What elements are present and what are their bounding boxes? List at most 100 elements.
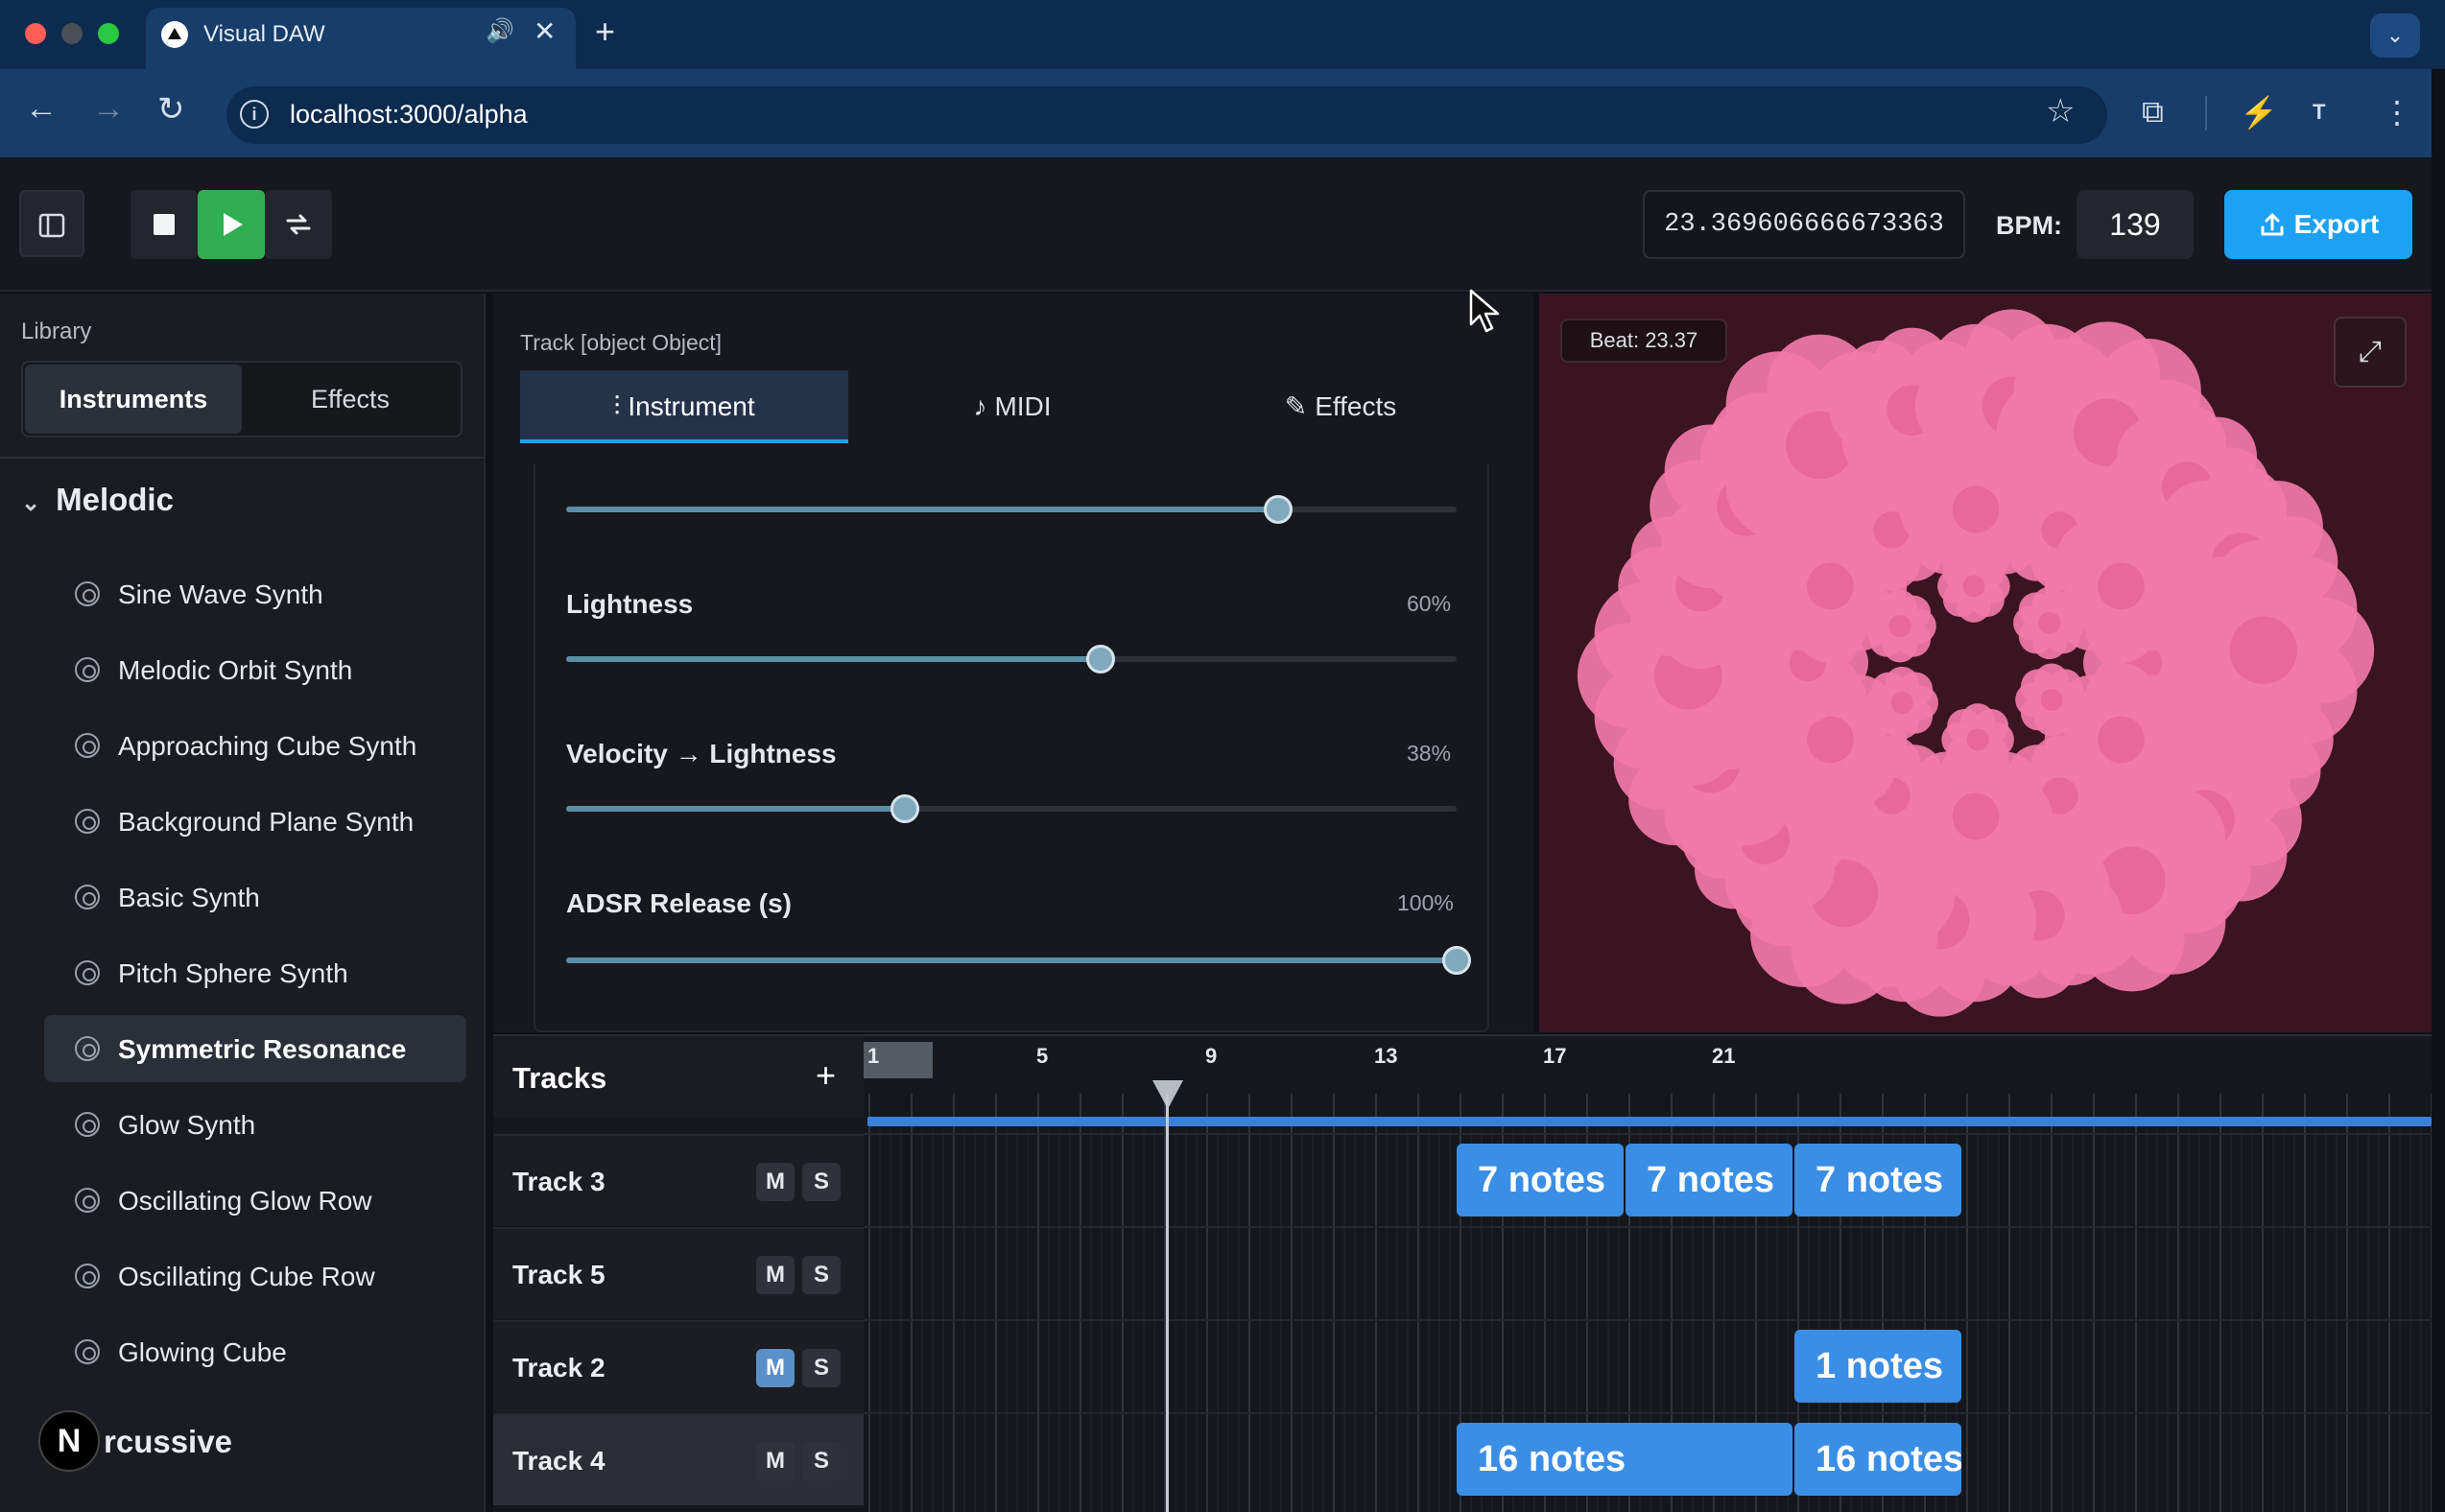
- slider-thumb[interactable]: [1085, 645, 1115, 673]
- favicon-icon: [161, 21, 188, 48]
- midi-clip[interactable]: 16 notes: [1457, 1423, 1792, 1496]
- browser-menu-icon[interactable]: ⋮: [2382, 94, 2412, 130]
- track-row[interactable]: Track 3 M S: [493, 1134, 864, 1226]
- instrument-label: Glow Synth: [118, 1110, 256, 1140]
- midi-clip[interactable]: 1 notes: [1794, 1330, 1961, 1403]
- performance-icon[interactable]: ⚡: [2240, 94, 2278, 130]
- solo-button[interactable]: S: [802, 1256, 841, 1294]
- bar-number: 21: [1712, 1044, 1736, 1068]
- tab-effects-panel[interactable]: ✎ Effects: [1176, 370, 1505, 443]
- instrument-item[interactable]: Glowing Cube: [44, 1318, 466, 1385]
- app-header: [0, 157, 2432, 292]
- back-icon[interactable]: ←: [25, 90, 58, 128]
- param-slider[interactable]: [566, 495, 1457, 524]
- track-row-selected[interactable]: Track 4 M S: [493, 1413, 864, 1505]
- track-row[interactable]: Track 5 M S: [493, 1227, 864, 1319]
- bar-number: 17: [1543, 1044, 1567, 1068]
- stop-button[interactable]: [131, 190, 198, 259]
- add-track-button[interactable]: +: [816, 1055, 836, 1096]
- midi-clip[interactable]: 7 notes: [1626, 1144, 1792, 1217]
- instrument-item[interactable]: Basic Synth: [44, 863, 466, 931]
- mute-button[interactable]: M: [756, 1442, 795, 1480]
- url-text[interactable]: localhost:3000/alpha: [290, 100, 528, 130]
- midi-clip[interactable]: 7 notes: [1457, 1144, 1624, 1217]
- play-button[interactable]: [198, 190, 265, 259]
- instrument-label: Symmetric Resonance: [118, 1034, 407, 1064]
- bookmark-star-icon[interactable]: ☆: [2046, 92, 2075, 130]
- solo-button[interactable]: S: [802, 1163, 841, 1201]
- nextjs-dev-badge[interactable]: N: [38, 1410, 100, 1472]
- export-button[interactable]: Export: [2224, 190, 2412, 259]
- melodic-label: Melodic: [56, 482, 174, 517]
- tab-midi[interactable]: ♪ MIDI: [848, 370, 1176, 443]
- instrument-icon: [75, 1339, 100, 1364]
- mute-button[interactable]: M: [756, 1256, 795, 1294]
- adsr-release-slider[interactable]: [566, 946, 1471, 975]
- bar-number: 1: [867, 1044, 880, 1068]
- instrument-item[interactable]: Background Plane Synth: [44, 788, 466, 855]
- mute-button[interactable]: M: [756, 1163, 795, 1201]
- instrument-icon: [75, 1188, 100, 1213]
- slider-thumb[interactable]: [1442, 946, 1471, 975]
- reload-icon[interactable]: ↻: [157, 90, 185, 129]
- velocity-lightness-value: 38%: [1407, 741, 1452, 766]
- slider-thumb[interactable]: [890, 794, 919, 823]
- mute-button-active[interactable]: M: [756, 1349, 795, 1387]
- close-tab-icon[interactable]: ✕: [534, 15, 556, 47]
- slider-fill: [566, 806, 905, 812]
- tab-search-button[interactable]: ⌄: [2370, 13, 2420, 58]
- library-divider: [0, 457, 486, 459]
- speaker-icon[interactable]: 🔊: [486, 17, 514, 45]
- slider-fill: [566, 957, 1457, 963]
- instrument-label: Oscillating Cube Row: [118, 1262, 375, 1291]
- solo-button[interactable]: S: [802, 1442, 841, 1480]
- melodic-section-header[interactable]: ⌄ Melodic: [21, 482, 174, 518]
- minimize-window-button[interactable]: [61, 23, 83, 44]
- expand-icon[interactable]: ⤢: [2334, 317, 2407, 388]
- forward-icon[interactable]: →: [92, 90, 125, 128]
- velocity-lightness-slider[interactable]: [566, 794, 1457, 823]
- instrument-item[interactable]: Sine Wave Synth: [44, 560, 466, 627]
- instrument-icon: [75, 581, 100, 606]
- profile-avatar[interactable]: T: [2313, 100, 2325, 125]
- tab-instruments[interactable]: Instruments: [25, 365, 242, 434]
- midi-clip[interactable]: 16 notes: [1794, 1423, 1961, 1496]
- bpm-input[interactable]: 139: [2077, 190, 2194, 259]
- instrument-icon: [75, 657, 100, 682]
- new-tab-button[interactable]: +: [595, 12, 615, 52]
- tab-effects[interactable]: Effects: [242, 365, 459, 434]
- panel-track-title: Track [object Object]: [520, 330, 723, 355]
- instrument-item-selected[interactable]: Symmetric Resonance: [44, 1015, 466, 1082]
- close-window-button[interactable]: [25, 23, 46, 44]
- play-icon: [224, 213, 243, 236]
- maximize-window-button[interactable]: [98, 23, 119, 44]
- instrument-icon: [75, 733, 100, 758]
- instrument-item[interactable]: Approaching Cube Synth: [44, 712, 466, 779]
- solo-button[interactable]: S: [802, 1349, 841, 1387]
- playhead[interactable]: [1166, 1094, 1170, 1512]
- toggle-sidebar-button[interactable]: [19, 190, 84, 257]
- loop-region[interactable]: [867, 1117, 2432, 1126]
- instrument-item[interactable]: Glow Synth: [44, 1091, 466, 1158]
- flower-shape: [2013, 586, 2086, 660]
- track-row[interactable]: Track 2 M S: [493, 1320, 864, 1412]
- slider-fill: [566, 507, 1279, 512]
- instrument-item[interactable]: Oscillating Cube Row: [44, 1242, 466, 1310]
- lightness-slider[interactable]: [566, 645, 1457, 673]
- slider-fill: [566, 656, 1101, 662]
- instrument-item[interactable]: Melodic Orbit Synth: [44, 636, 466, 703]
- sidebar-icon: [38, 213, 65, 238]
- flower-shape: [1863, 589, 1936, 663]
- extensions-icon[interactable]: ⧉: [2142, 94, 2164, 130]
- instrument-item[interactable]: Pitch Sphere Synth: [44, 939, 466, 1006]
- loop-button[interactable]: [265, 190, 332, 259]
- site-info-icon[interactable]: i: [240, 100, 269, 129]
- instrument-label: Background Plane Synth: [118, 807, 415, 837]
- tab-instrument[interactable]: ⫶ Instrument: [520, 370, 848, 443]
- instrument-icon: [75, 1112, 100, 1137]
- instrument-item[interactable]: Oscillating Glow Row: [44, 1167, 466, 1234]
- midi-clip[interactable]: 7 notes: [1794, 1144, 1961, 1217]
- tab-instrument-label: Instrument: [628, 391, 755, 421]
- visualizer-canvas[interactable]: [1539, 294, 2432, 1032]
- bar-ruler[interactable]: [864, 1036, 2432, 1080]
